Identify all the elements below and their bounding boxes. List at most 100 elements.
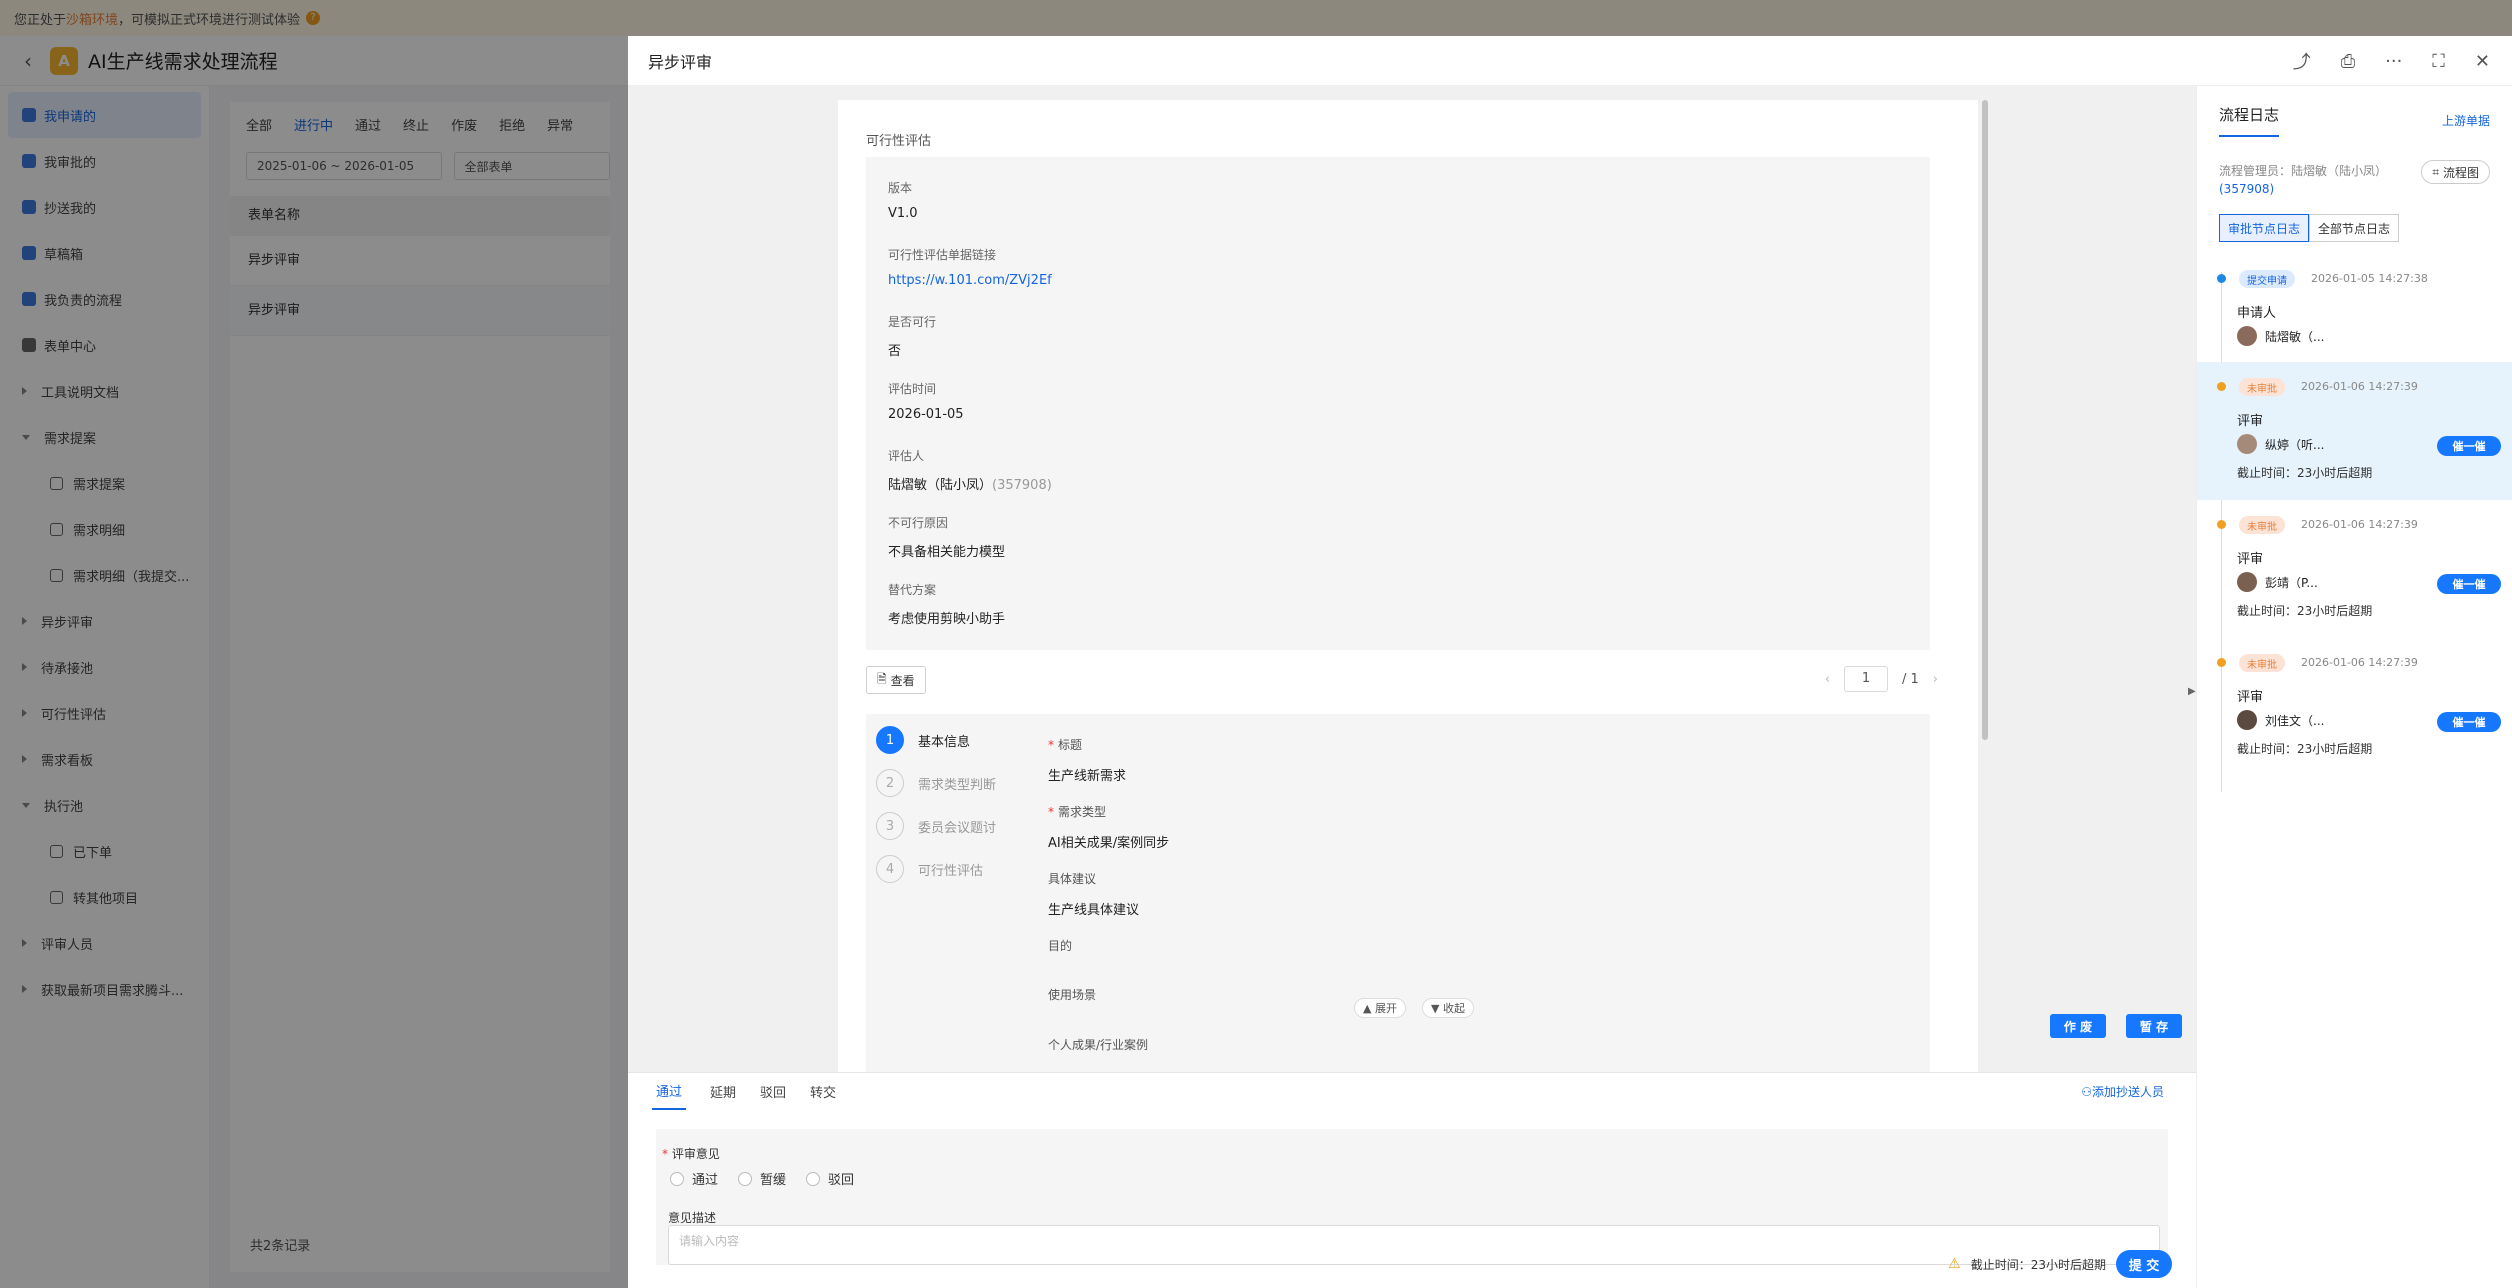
- person-name: 陆熠敏（...: [2265, 329, 2325, 344]
- print-icon[interactable]: ⎙: [2341, 51, 2355, 72]
- timeline-dot: [2217, 274, 2226, 283]
- node-role: 申请人: [2237, 306, 2277, 321]
- field-label: 目的: [1048, 939, 1073, 953]
- save-draft-button[interactable]: 暂 存: [2126, 1014, 2182, 1038]
- field-label: 版本: [888, 181, 913, 195]
- process-log-panel: 流程日志 上游单据 流程管理员：陆熠敏（陆小凤） (357908) ⌗ 流程图 审批…: [2196, 86, 2512, 1288]
- radio-label: 通过: [692, 1173, 719, 1188]
- timeline-dot: [2217, 520, 2226, 529]
- page-input[interactable]: 1: [1844, 666, 1888, 692]
- form-paper: 可行性评估 版本 V1.0 可行性评估单据链接 https://w.101.com/…: [838, 100, 1978, 1072]
- field-value: 陆熠敏（陆小凤）(357908): [888, 474, 1052, 493]
- upstream-link[interactable]: 上游单据: [2442, 112, 2490, 129]
- urge-button[interactable]: 催一催: [2437, 436, 2501, 456]
- field-version: 版本 V1.0: [888, 179, 918, 221]
- flow-chart-button[interactable]: ⌗ 流程图: [2421, 160, 2490, 184]
- radio-circle: [738, 1171, 753, 1186]
- avatar: [2237, 434, 2257, 454]
- evaluator-name: 陆熠敏（陆小凤）: [888, 478, 993, 493]
- field-label: 使用场景: [1048, 988, 1097, 1002]
- collapse-panel-icon[interactable]: ▶: [2188, 686, 2196, 726]
- step-basic-info[interactable]: 1 基本信息: [876, 726, 970, 754]
- fullscreen-icon[interactable]: ⛶: [2432, 51, 2445, 72]
- flow-chart-label: 流程图: [2442, 165, 2479, 180]
- approval-log-button[interactable]: 审批节点日志: [2219, 214, 2310, 242]
- field-label: 需求类型: [1058, 805, 1107, 819]
- add-cc-button[interactable]: ⚇添加抄送人员: [2081, 1083, 2164, 1100]
- node-deadline: 截止时间：23小时后超期: [2237, 742, 2373, 756]
- field-feasible: 是否可行否: [888, 313, 936, 359]
- scrollbar[interactable]: [1982, 100, 1988, 740]
- log-node: 提交申请 2026-01-05 14:27:38 申请人 陆熠敏（...: [2197, 262, 2512, 362]
- node-time: 2026-01-06 14:27:39: [2301, 518, 2418, 531]
- field-value: 生产线具体建议: [1048, 903, 1140, 918]
- detail-drawer: 异步评审 ⤴ ⎙ ··· ⛶ ✕ 可行性评估 版本 V1.0 可行性评估单据链接 h…: [628, 36, 2512, 1288]
- view-button[interactable]: 🗎 查看: [866, 666, 926, 694]
- feasibility-panel: 版本 V1.0 可行性评估单据链接 https://w.101.com/ZVj2Ef…: [866, 157, 1930, 650]
- node-person: 彭靖（P...: [2237, 572, 2318, 592]
- void-button[interactable]: 作 废: [2050, 1014, 2106, 1038]
- step-type-judgement[interactable]: 2 需求类型判断: [876, 769, 996, 797]
- field-value: 考虑使用剪映小助手: [888, 612, 1006, 627]
- node-role: 评审: [2237, 690, 2264, 705]
- step-feasibility[interactable]: 4 可行性评估: [876, 855, 983, 883]
- close-icon[interactable]: ✕: [2475, 51, 2490, 72]
- view-label: 查看: [890, 673, 915, 688]
- log-filter: 审批节点日志 全部节点日志: [2219, 214, 2400, 242]
- manager-name: 流程管理员：陆熠敏（陆小凤）: [2219, 164, 2388, 178]
- node-time: 2026-01-06 14:27:39: [2301, 380, 2418, 393]
- radio-reject[interactable]: 驳回: [806, 1169, 854, 1188]
- drawer-tools: ⤴ ⎙ ··· ⛶ ✕: [2293, 36, 2490, 86]
- field-label: 可行性评估单据链接: [888, 248, 997, 262]
- file-icon: 🗎: [877, 671, 887, 686]
- urge-button[interactable]: 催一催: [2437, 574, 2501, 594]
- field-alternative: 替代方案 考虑使用剪映小助手: [888, 581, 1005, 627]
- radio-label: 驳回: [828, 1173, 855, 1188]
- step-committee[interactable]: 3 委员会议题讨: [876, 812, 996, 840]
- collapse-button[interactable]: ▼ 收起: [1422, 998, 1474, 1018]
- node-time: 2026-01-05 14:27:38: [2311, 272, 2428, 285]
- deadline-text: 截止时间：23小时后超期: [1970, 1257, 2106, 1272]
- all-log-button[interactable]: 全部节点日志: [2309, 214, 2400, 242]
- step-label: 基本信息: [918, 734, 971, 750]
- submit-button[interactable]: 提 交: [2116, 1250, 2172, 1278]
- status-badge: 未审批: [2239, 378, 2285, 396]
- field-label: 个人成果/行业案例: [1048, 1038, 1149, 1052]
- radio-postpone[interactable]: 暂缓: [738, 1169, 786, 1188]
- tab-reject[interactable]: 驳回: [760, 1082, 786, 1101]
- tab-transfer[interactable]: 转交: [810, 1082, 836, 1101]
- step-field-purpose: 目的: [1048, 937, 1072, 954]
- urge-button[interactable]: 催一催: [2437, 712, 2501, 732]
- tab-pass[interactable]: 通过: [652, 1073, 687, 1110]
- field-label: 具体建议: [1048, 872, 1097, 886]
- next-page-icon[interactable]: ›: [1933, 672, 1938, 687]
- radio-label: 暂缓: [760, 1173, 787, 1188]
- feasibility-link[interactable]: https://w.101.com/ZVj2Ef: [888, 273, 1052, 288]
- more-icon[interactable]: ···: [2385, 51, 2402, 72]
- radio-pass[interactable]: 通过: [670, 1169, 718, 1188]
- required-mark: *: [1048, 805, 1054, 819]
- field-value: 不具备相关能力模型: [888, 545, 1006, 560]
- step-number: 3: [876, 812, 904, 840]
- node-deadline: 截止时间：23小时后超期: [2237, 466, 2373, 480]
- step-number: 1: [876, 726, 904, 754]
- field-evaluator: 评估人 陆熠敏（陆小凤）(357908): [888, 447, 1052, 493]
- form-content: 可行性评估 版本 V1.0 可行性评估单据链接 https://w.101.com/…: [628, 86, 2196, 1072]
- warning-icon: ⚠: [1948, 1256, 1961, 1272]
- tab-delay[interactable]: 延期: [710, 1082, 736, 1101]
- log-node: 未审批 2026-01-06 14:27:39 评审 纵婷（听... 催一催 截…: [2197, 362, 2512, 500]
- log-title-tab[interactable]: 流程日志: [2219, 104, 2280, 137]
- step-label: 需求类型判断: [918, 777, 997, 793]
- share-icon[interactable]: ⤴: [2293, 48, 2311, 74]
- expand-button[interactable]: ▲ 展开: [1354, 998, 1406, 1018]
- field-reason: 不可行原因不具备相关能力模型: [888, 514, 1005, 560]
- status-badge: 未审批: [2239, 516, 2285, 534]
- node-role: 评审: [2237, 552, 2264, 567]
- field-label: 不可行原因: [888, 516, 949, 530]
- prev-page-icon[interactable]: ‹: [1825, 672, 1830, 687]
- required-mark: *: [1048, 738, 1054, 752]
- status-badge: 未审批: [2239, 654, 2285, 672]
- expand-label: 展开: [1374, 1002, 1397, 1015]
- page-total: / 1: [1902, 671, 1919, 687]
- step-label: 委员会议题讨: [918, 820, 997, 836]
